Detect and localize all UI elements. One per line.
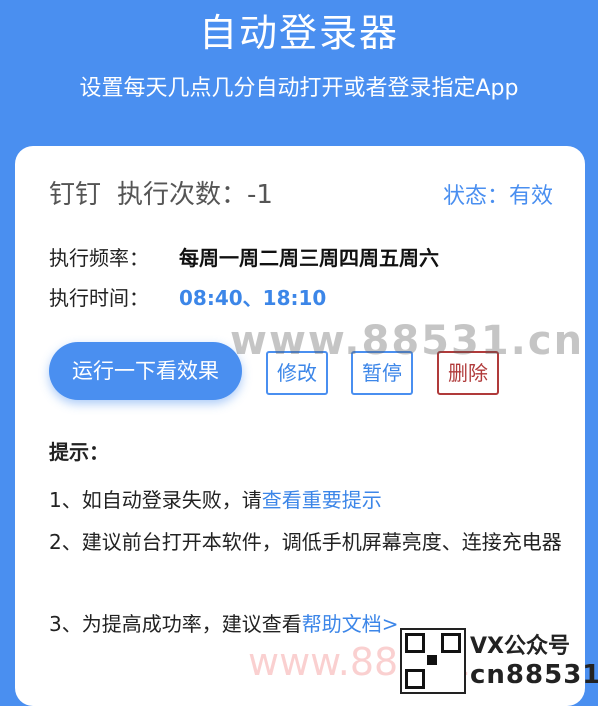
watermark: www.88531.cn (230, 318, 585, 364)
tip-item-1: 1、如自动登录失败，请查看重要提示 (49, 480, 574, 520)
time-label: 执行时间： (49, 286, 149, 310)
tip-1-text: 1、如自动登录失败，请 (49, 488, 262, 512)
tips-title: 提示： (49, 440, 109, 464)
time-value: 08:40、18:10 (179, 286, 327, 310)
task-card: 钉钉 执行次数：-1 状态：有效 执行频率： 每周一周二周三周四周五周六 执行时间：… (15, 146, 585, 706)
tip-item-2: 2、建议前台打开本软件，调低手机屏幕亮度、连接充电器 (49, 530, 562, 554)
vx-label: VX公众号 (470, 634, 570, 659)
tip-3-text: 3、为提高成功率，建议查看 (49, 612, 302, 636)
qr-code-icon (400, 628, 466, 694)
status-badge: 状态：有效 (442, 184, 553, 209)
header: 自动登录器 设置每天几点几分自动打开或者登录指定App (0, 0, 598, 140)
page-subtitle: 设置每天几点几分自动打开或者登录指定App (79, 76, 519, 101)
frequency-label: 执行频率： (49, 246, 149, 270)
important-tips-link[interactable]: 查看重要提示 (262, 488, 382, 512)
frequency-value: 每周一周二周三周四周五周六 (179, 246, 439, 270)
help-doc-link[interactable]: 帮助文档> (302, 612, 399, 636)
frequency-row: 执行频率： 每周一周二周三周四周五周六 (49, 242, 439, 271)
task-title: 钉钉 执行次数：-1 (49, 174, 289, 211)
page-title: 自动登录器 (198, 11, 399, 55)
task-exec-count: 执行次数：-1 (117, 180, 273, 210)
time-row: 执行时间： 08:40、18:10 (49, 282, 326, 311)
vx-id: cn88531 (470, 660, 598, 690)
run-test-button[interactable]: 运行一下看效果 (49, 342, 242, 400)
task-app-name: 钉钉 (49, 180, 102, 210)
